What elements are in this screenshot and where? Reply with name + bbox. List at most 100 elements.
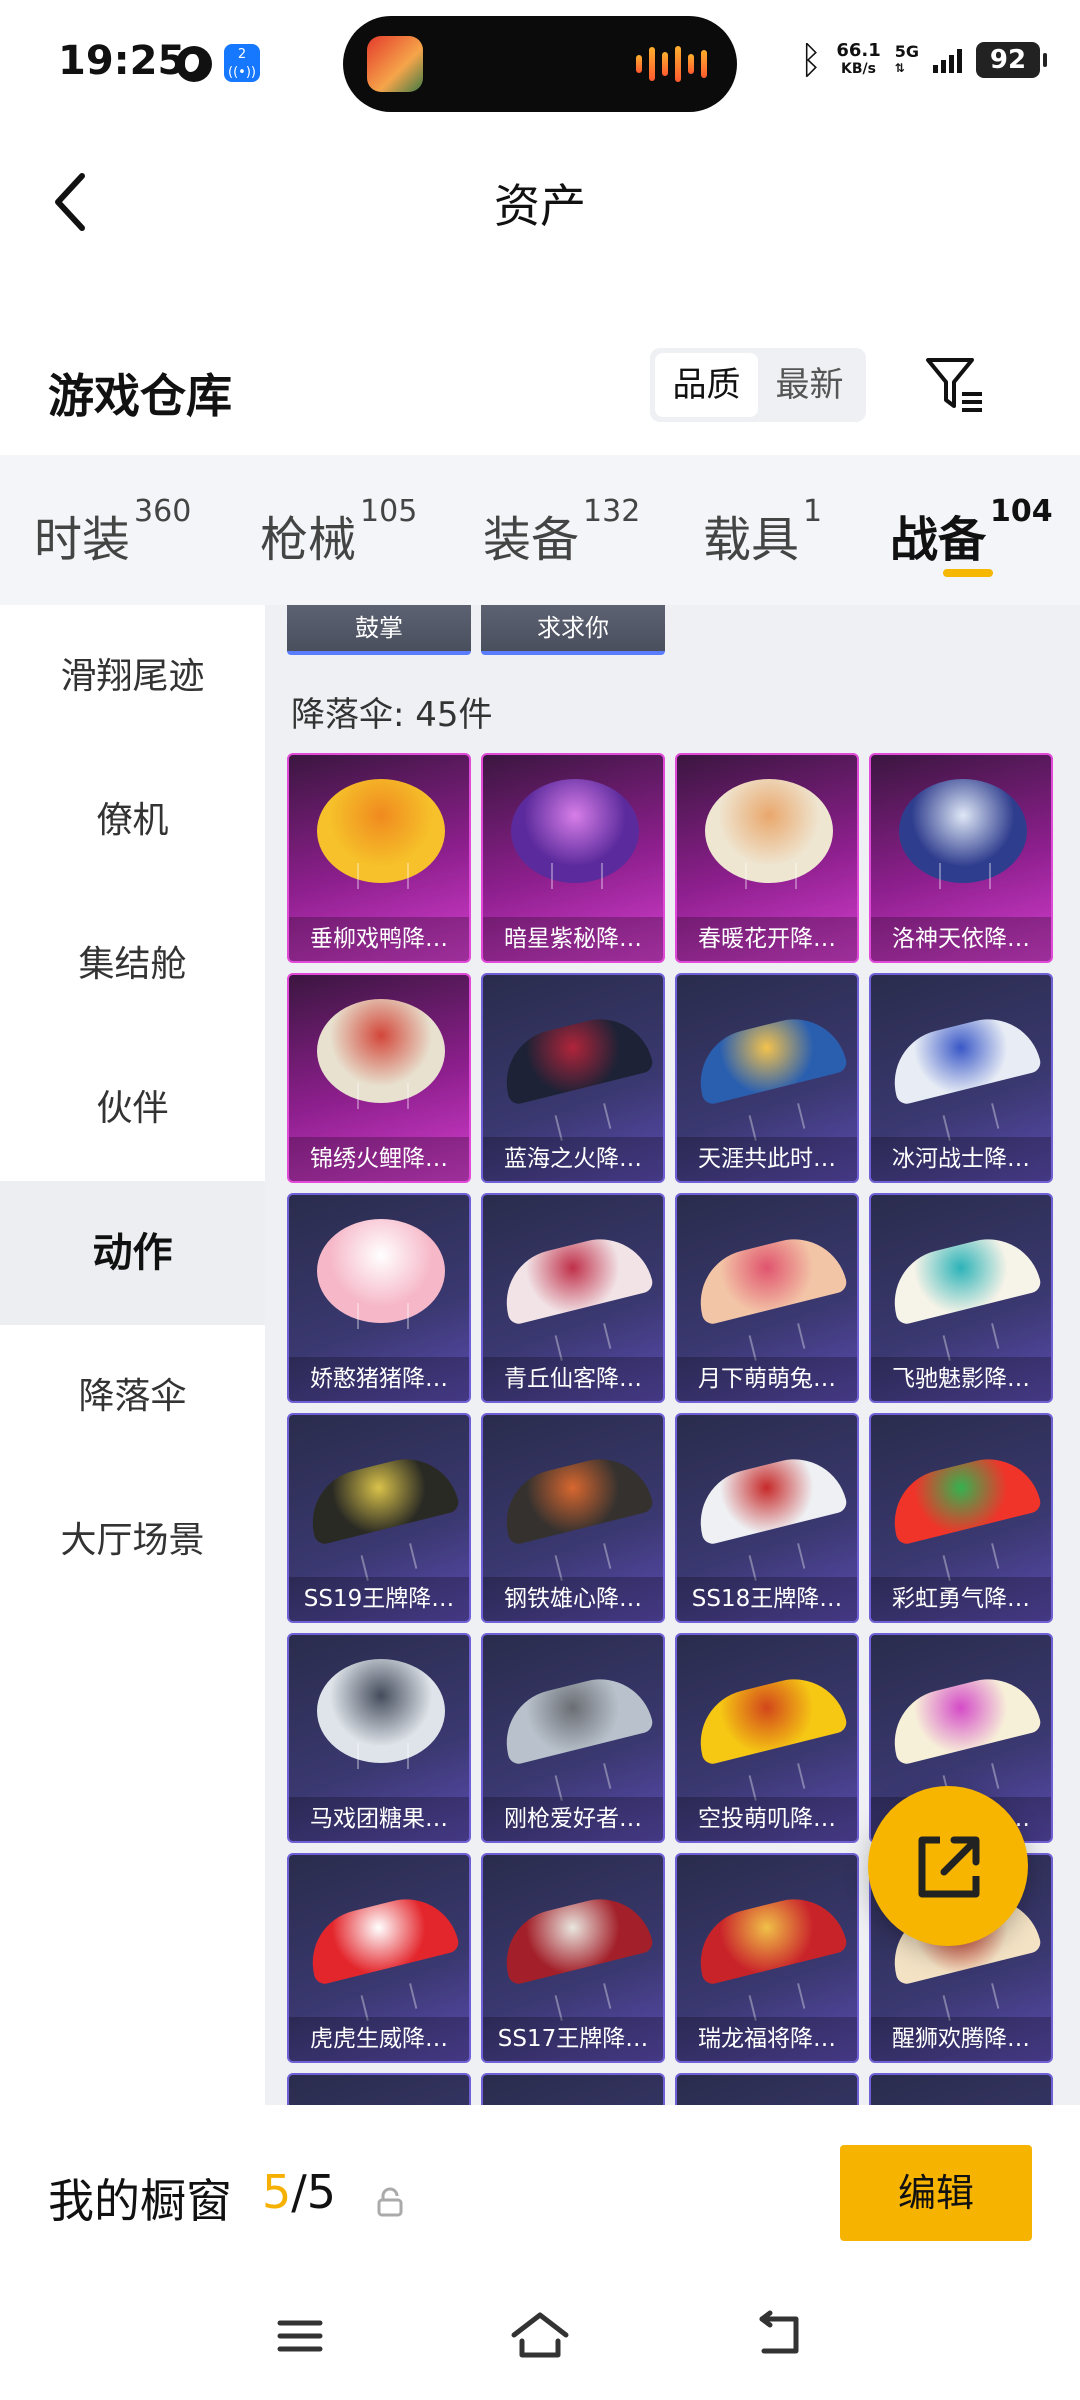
parachute-card[interactable]: 瑞龙福将降… (675, 1853, 859, 2063)
parachute-card[interactable]: 天涯共此时… (675, 973, 859, 1183)
parachute-image (495, 1008, 655, 1106)
parachute-card[interactable]: 彩虹勇气降… (869, 1413, 1053, 1623)
parachute-image (301, 1448, 461, 1546)
parachute-card[interactable]: 青丘仙客降… (481, 1193, 665, 1403)
dynamic-island[interactable] (343, 16, 737, 112)
tab-equipment[interactable]: 装备132 (483, 494, 640, 570)
nfc-icon: 2 ((•)) (224, 44, 260, 82)
parachute-image (495, 1228, 655, 1326)
parachute-card[interactable]: 月下萌萌兔… (675, 1193, 859, 1403)
nav-item-parachute[interactable]: 降落伞 (0, 1325, 265, 1469)
network-label: 5G (894, 42, 919, 61)
signal-icon (933, 47, 962, 73)
parachute-name: 醒狮欢腾降… (871, 2017, 1051, 2061)
nav-item-assembly-pod[interactable]: 集结舱 (0, 893, 265, 1037)
parachute-card[interactable]: 马戏团糖果… (287, 1633, 471, 1843)
sort-newest-option[interactable]: 最新 (758, 353, 861, 417)
parachute-name: 彩虹勇气降… (871, 1577, 1051, 1621)
parachute-card[interactable]: 飞驰魅影降… (869, 1193, 1053, 1403)
parachute-image (883, 1228, 1043, 1326)
parachute-card[interactable] (869, 2073, 1053, 2105)
tab-battle-gear[interactable]: 战备104 (890, 494, 1053, 570)
parachute-image (301, 1888, 461, 1986)
parachute-name: 天涯共此时… (677, 1137, 857, 1181)
filter-button[interactable] (920, 350, 990, 420)
status-right: ᛒ 66.1 KB/s 5G ⇅ 92 (800, 38, 1047, 82)
page-title: 资产 (494, 179, 586, 233)
sub-category-nav: 滑翔尾迹 僚机 集结舱 伙伴 动作 降落伞 大厅场景 (0, 605, 265, 2105)
tab-indicator (943, 569, 993, 577)
parachute-name: 洛神天依降… (871, 917, 1051, 961)
tab-count: 360 (134, 494, 192, 529)
tab-label: 枪械 (260, 512, 357, 568)
parachute-name: 空投萌叽降… (677, 1797, 857, 1841)
parachute-image (883, 1668, 1043, 1766)
menu-icon[interactable] (270, 2305, 330, 2365)
nav-item-glide-trail[interactable]: 滑翔尾迹 (0, 605, 265, 749)
parachute-name: 钢铁雄心降… (483, 1577, 663, 1621)
parachute-card[interactable]: 春暖花开降… (675, 753, 859, 963)
parachute-name: 虎虎生威降… (289, 2017, 469, 2061)
parachute-card[interactable]: 冰河战士降… (869, 973, 1053, 1183)
return-icon[interactable] (750, 2305, 810, 2365)
parachute-image (689, 1448, 849, 1546)
parachute-name: 暗星紫秘降… (483, 917, 663, 961)
showcase-label: 我的橱窗 (48, 2174, 232, 2228)
parachute-name: 瑞龙福将降… (677, 2017, 857, 2061)
tab-label: 战备 (890, 512, 987, 568)
parachute-card[interactable] (481, 2073, 665, 2105)
parachute-card[interactable]: 洛神天依降… (869, 753, 1053, 963)
sort-quality-option[interactable]: 品质 (655, 353, 758, 417)
game-app-icon[interactable] (367, 36, 423, 92)
home-icon[interactable] (508, 2305, 572, 2365)
emote-row: 鼓掌 求求你 (287, 605, 665, 655)
emote-item[interactable]: 鼓掌 (287, 605, 471, 655)
tab-vehicles[interactable]: 载具1 (703, 494, 822, 570)
globe-icon (176, 46, 212, 82)
parachute-card[interactable]: 蓝海之火降… (481, 973, 665, 1183)
parachute-card[interactable] (675, 2073, 859, 2105)
share-button[interactable] (868, 1786, 1028, 1946)
parachute-card[interactable]: 垂柳戏鸭降… (287, 753, 471, 963)
tab-count: 105 (360, 494, 418, 529)
tab-guns[interactable]: 枪械105 (260, 494, 417, 570)
status-bar: 19:25 2 ((•)) ᛒ 66.1 KB/s 5G ⇅ 92 (0, 0, 1080, 130)
emote-item[interactable]: 求求你 (481, 605, 665, 655)
parachute-card[interactable]: SS17王牌降… (481, 1853, 665, 2063)
header: 资产 (0, 140, 1080, 260)
lock-icon (377, 2187, 403, 2217)
parachute-image (689, 1888, 849, 1986)
parachute-card[interactable]: 钢铁雄心降… (481, 1413, 665, 1623)
parachute-card[interactable] (287, 2073, 471, 2105)
tab-label: 时装 (34, 512, 131, 568)
parachute-name: 垂柳戏鸭降… (289, 917, 469, 961)
parachute-card[interactable]: 空投萌叽降… (675, 1633, 859, 1843)
nav-item-emote[interactable]: 动作 (0, 1181, 265, 1325)
nav-item-wingman[interactable]: 僚机 (0, 749, 265, 893)
parachute-image (495, 1888, 655, 1986)
nav-item-companion[interactable]: 伙伴 (0, 1037, 265, 1181)
parachute-card[interactable]: 锦绣火鲤降… (287, 973, 471, 1183)
parachute-name: 冰河战士降… (871, 1137, 1051, 1181)
parachute-image (689, 1008, 849, 1106)
parachute-card[interactable]: 刚枪爱好者… (481, 1633, 665, 1843)
net-speed-unit: KB/s (841, 61, 876, 77)
parachute-card[interactable]: SS18王牌降… (675, 1413, 859, 1623)
warehouse-title: 游戏仓库 (48, 369, 232, 423)
showcase-separator: / (291, 2165, 307, 2219)
parachute-card[interactable]: SS19王牌降… (287, 1413, 471, 1623)
edit-button[interactable]: 编辑 (840, 2145, 1032, 2241)
tab-fashion[interactable]: 时装360 (34, 494, 191, 570)
share-icon (918, 1836, 980, 1898)
nav-item-lobby-scene[interactable]: 大厅场景 (0, 1469, 265, 1613)
showcase-bar: 我的橱窗 5/5 编辑 (0, 2105, 1080, 2285)
parachute-name: 春暖花开降… (677, 917, 857, 961)
battery-icon: 92 (976, 42, 1047, 78)
tab-label: 载具 (703, 512, 800, 568)
parachute-card[interactable]: 虎虎生威降… (287, 1853, 471, 2063)
showcase-current: 5 (262, 2165, 292, 2219)
parachute-card[interactable]: 娇憨猪猪降… (287, 1193, 471, 1403)
parachute-name: 飞驰魅影降… (871, 1357, 1051, 1401)
status-time: 19:25 (58, 38, 186, 84)
parachute-card[interactable]: 暗星紫秘降… (481, 753, 665, 963)
